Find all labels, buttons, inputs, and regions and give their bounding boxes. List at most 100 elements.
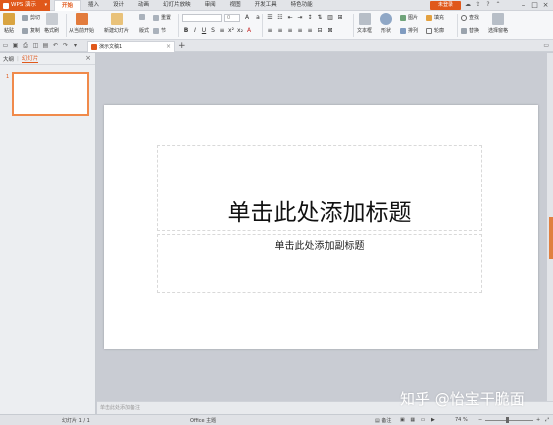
tab-developer[interactable]: 开发工具 [248, 0, 284, 11]
subscript-icon[interactable]: x₂ [236, 27, 244, 35]
zoom-slider[interactable] [485, 420, 533, 421]
outdent-icon[interactable]: ⇤ [286, 14, 294, 22]
arrange-button[interactable]: 排列 [400, 27, 418, 34]
notes-toggle[interactable]: ▤ 备注 [375, 417, 391, 424]
title-placeholder[interactable]: 单击此处添加标题 [157, 145, 482, 231]
side-panel-toggle[interactable] [549, 217, 553, 259]
app-menu-button[interactable]: WPS 演示 ▾ [0, 0, 50, 11]
zoom-slider-knob[interactable] [506, 417, 509, 423]
shadow-icon[interactable]: S [209, 27, 217, 35]
document-tab[interactable]: 演示文稿1 × [87, 41, 175, 52]
font-color-icon[interactable]: A [245, 27, 253, 35]
reading-view-icon[interactable]: ▭ [421, 417, 428, 423]
customize-icon[interactable]: ▾ [72, 42, 79, 49]
fit-window-icon[interactable]: ⤢ [545, 417, 549, 423]
text-direction-icon[interactable]: ⇅ [316, 14, 324, 22]
normal-view-icon[interactable]: ▣ [400, 417, 407, 423]
sorter-view-icon[interactable]: ▦ [410, 417, 417, 423]
close-icon[interactable]: × [540, 0, 551, 11]
tab-slides[interactable]: 幻灯片 [21, 54, 39, 63]
tab-review[interactable]: 审阅 [198, 0, 223, 11]
selection-pane-button[interactable]: 选择窗格 [488, 13, 508, 34]
tab-slideshow[interactable]: 幻灯片放映 [156, 0, 198, 11]
strikethrough-icon[interactable]: ≡ [218, 27, 226, 35]
print-icon[interactable]: ⎙ [22, 42, 29, 49]
convert-smartart-icon[interactable]: ⊠ [326, 27, 334, 35]
line-spacing-icon[interactable]: ↕ [306, 14, 314, 22]
columns-icon[interactable]: ▥ [326, 14, 334, 22]
reset-button[interactable]: 重置 [153, 14, 171, 21]
underline-icon[interactable]: U [200, 27, 208, 35]
fill-button[interactable]: 填充 [426, 14, 444, 21]
divider [262, 14, 263, 37]
bold-icon[interactable]: B [182, 27, 190, 35]
align-center-icon[interactable]: ≡ [276, 27, 284, 35]
tab-home[interactable]: 开始 [54, 0, 82, 11]
outline-button[interactable]: 轮廓 [426, 27, 444, 34]
indent-icon[interactable]: ⇥ [296, 14, 304, 22]
play-from-current-button[interactable]: 从当前开始 [69, 13, 94, 34]
open-icon[interactable]: ▭ [2, 42, 9, 49]
decrease-font-icon[interactable]: a [254, 14, 262, 22]
distribute-icon[interactable]: ≡ [306, 27, 314, 35]
export-pdf-icon[interactable]: ▤ [42, 42, 49, 49]
skin-icon[interactable]: ☁ [465, 1, 471, 9]
maximize-icon[interactable]: □ [529, 0, 540, 11]
login-button[interactable]: 未登录 [430, 1, 461, 10]
share-icon[interactable]: ⇪ [475, 1, 481, 9]
close-tab-icon[interactable]: × [166, 42, 171, 52]
slide-thumbnail[interactable] [12, 72, 89, 116]
tab-separator: | [17, 55, 19, 62]
format-painter-button[interactable]: 格式刷 [44, 13, 59, 34]
shape-button[interactable]: 形状 [380, 13, 392, 34]
fill-label: 填充 [434, 15, 445, 21]
cut-button[interactable]: 剪切 [22, 14, 40, 21]
tab-view[interactable]: 视图 [223, 0, 248, 11]
font-name-combo[interactable] [182, 14, 222, 22]
new-tab-button[interactable]: + [178, 40, 186, 52]
find-label: 查找 [469, 15, 480, 21]
replace-button[interactable]: 替换 [461, 27, 479, 34]
find-button[interactable]: 查找 [461, 14, 479, 21]
preview-icon[interactable]: ◫ [32, 42, 39, 49]
textbox-button[interactable]: 文本框 [357, 13, 372, 34]
minimize-icon[interactable]: – [518, 0, 529, 11]
increase-font-icon[interactable]: A [243, 14, 251, 22]
tab-outline[interactable]: 大纲 [3, 55, 14, 63]
vertical-scrollbar[interactable] [547, 53, 553, 401]
new-slide-button[interactable]: 新建幻灯片 [104, 13, 129, 34]
italic-icon[interactable]: I [191, 27, 199, 35]
tab-insert[interactable]: 插入 [81, 0, 106, 11]
paste-button[interactable]: 粘贴 [3, 13, 15, 34]
align-right-icon[interactable]: ≡ [286, 27, 294, 35]
align-left-icon[interactable]: ≡ [266, 27, 274, 35]
close-panel-icon[interactable]: × [85, 54, 91, 62]
layout-button[interactable] [139, 14, 145, 20]
copy-button[interactable]: 复制 [22, 27, 40, 34]
justify-icon[interactable]: ≡ [296, 27, 304, 35]
redo-icon[interactable]: ↷ [62, 42, 69, 49]
numbering-icon[interactable]: ☷ [276, 14, 284, 22]
superscript-icon[interactable]: x² [227, 27, 235, 35]
slideshow-icon[interactable]: ▶ [431, 417, 437, 423]
zoom-out-icon[interactable]: − [478, 417, 482, 423]
help-icon[interactable]: ? [485, 1, 491, 9]
bullets-icon[interactable]: ☰ [266, 14, 274, 22]
align-text-icon[interactable]: ⊟ [316, 27, 324, 35]
smartart-icon[interactable]: ⊞ [336, 14, 344, 22]
tab-design[interactable]: 设计 [106, 0, 131, 11]
textbox-label: 文本框 [357, 28, 373, 34]
font-size-combo[interactable]: 0 [224, 14, 240, 22]
save-icon[interactable]: ▣ [12, 42, 19, 49]
subtitle-placeholder[interactable]: 单击此处添加副标题 [157, 234, 482, 293]
undo-icon[interactable]: ↶ [52, 42, 59, 49]
zoom-in-icon[interactable]: + [536, 417, 540, 423]
tab-special[interactable]: 特色功能 [284, 0, 320, 11]
picture-button[interactable]: 图片 [400, 14, 418, 21]
slide-canvas[interactable]: 单击此处添加标题 单击此处添加副标题 [104, 105, 538, 349]
tab-animation[interactable]: 动画 [131, 0, 156, 11]
layout-dropdown[interactable]: 版式 [139, 27, 149, 34]
collapse-ribbon-icon[interactable]: ⌃ [495, 1, 501, 9]
section-button[interactable]: 节 [153, 27, 166, 34]
tab-list-icon[interactable]: ▭ [543, 42, 549, 49]
